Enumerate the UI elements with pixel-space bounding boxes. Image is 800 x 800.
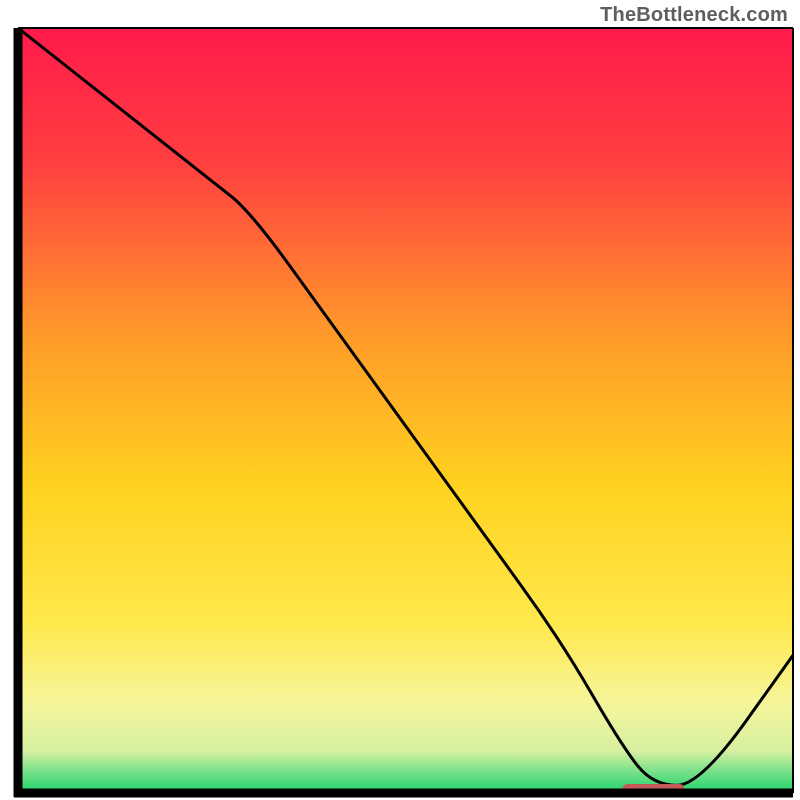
plot-area — [18, 28, 793, 796]
gradient-background — [18, 28, 793, 793]
chart-container: TheBottleneck.com — [0, 0, 800, 800]
bottleneck-chart — [0, 0, 800, 800]
